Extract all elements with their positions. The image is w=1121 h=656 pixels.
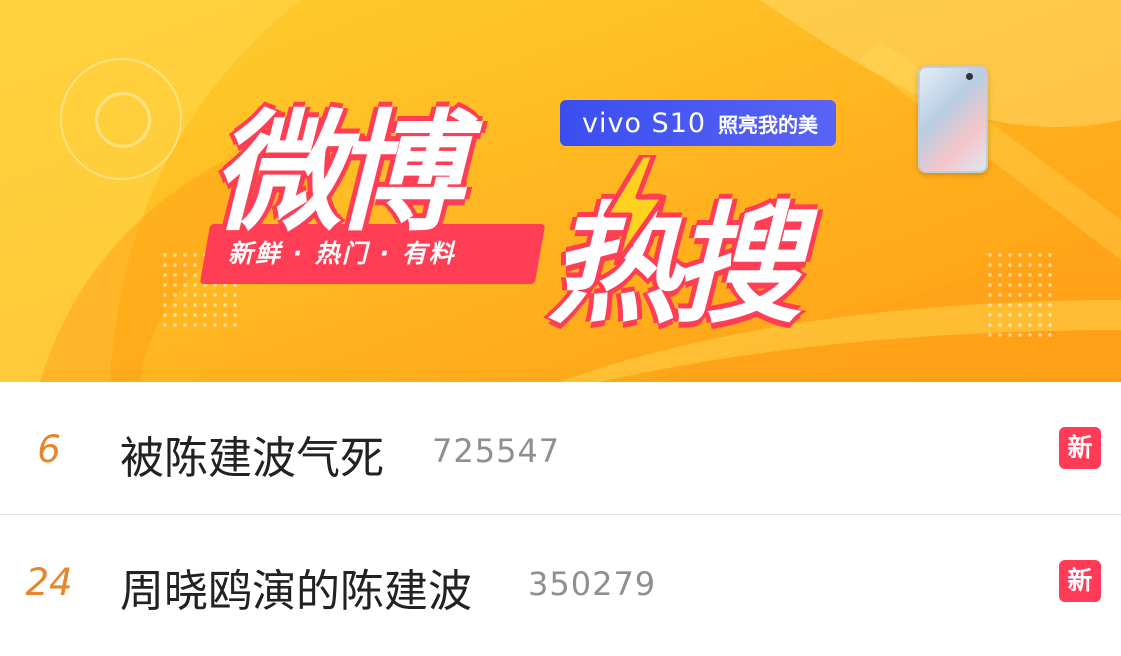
- phone-camera: [966, 73, 973, 80]
- hot-search-item[interactable]: 6 被陈建波气死 725547 新: [0, 382, 1121, 515]
- sponsor-tagline: 照亮我的美: [718, 112, 819, 137]
- hot-search-banner: 微博 热搜 新鲜 · 热门 · 有料 vivo S10 照亮我的美: [0, 0, 1121, 382]
- hot-search-count: 350279: [528, 565, 657, 603]
- phone-image: [918, 66, 988, 173]
- new-badge: 新: [1059, 427, 1101, 469]
- sponsor-brand: vivo S10: [582, 107, 707, 139]
- hot-search-count: 725547: [432, 432, 561, 470]
- lightning-icon: [603, 155, 667, 265]
- new-badge: 新: [1059, 560, 1101, 602]
- banner-title-resou: 热搜: [548, 189, 802, 341]
- sponsor-badge[interactable]: vivo S10 照亮我的美: [560, 100, 837, 146]
- hot-search-list: 6 被陈建波气死 725547 新 24 周晓鸥演的陈建波 350279 新: [0, 382, 1121, 647]
- hot-search-title[interactable]: 被陈建波气死: [120, 422, 384, 486]
- dot-pattern: [985, 250, 1055, 340]
- circle-decoration: [60, 58, 182, 180]
- rank-number: 24: [25, 561, 73, 604]
- hot-search-item[interactable]: 24 周晓鸥演的陈建波 350279 新: [0, 515, 1121, 647]
- banner-title-weibo: 微博: [212, 97, 462, 249]
- hot-search-title[interactable]: 周晓鸥演的陈建波: [120, 555, 472, 619]
- banner-slogan: 新鲜 · 热门 · 有料: [228, 239, 456, 268]
- rank-number: 6: [37, 428, 61, 471]
